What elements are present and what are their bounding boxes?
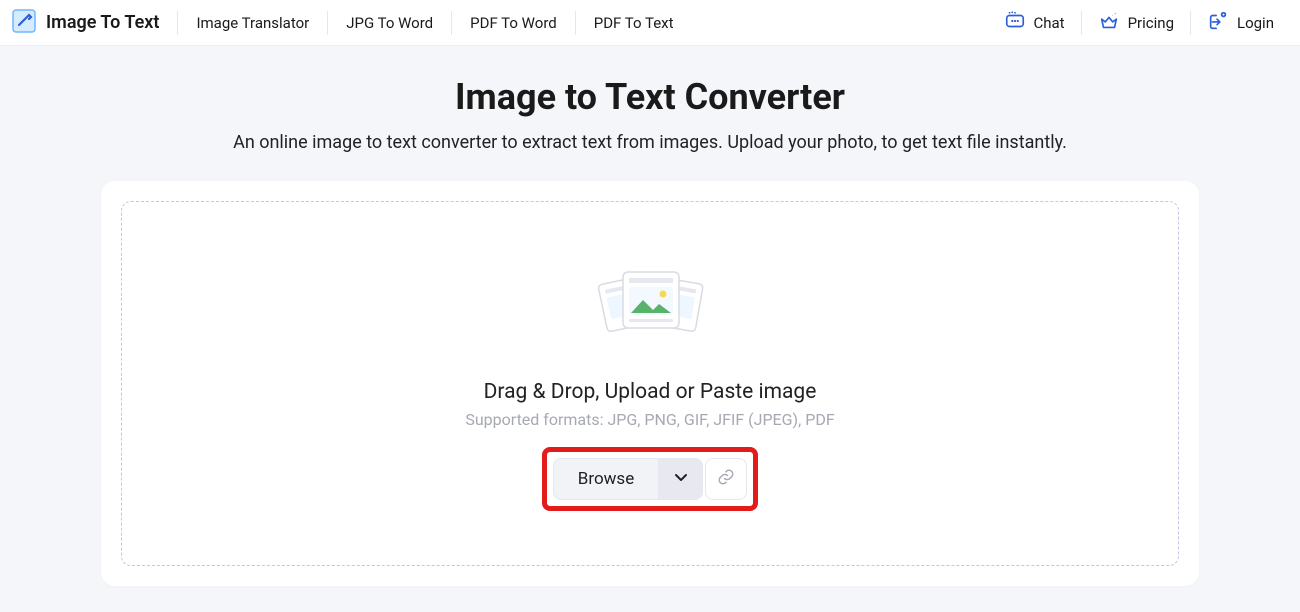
login-link[interactable]: Login — [1190, 11, 1290, 35]
image-stack-icon — [595, 262, 705, 352]
header: Image To Text Image Translator JPG To Wo… — [0, 0, 1300, 46]
login-label: Login — [1237, 14, 1274, 32]
annotation-highlight: Browse — [542, 447, 758, 511]
header-right: Chat Pricing Login — [988, 0, 1291, 45]
logo[interactable]: Image To Text — [10, 7, 177, 39]
button-row: Browse — [542, 447, 758, 511]
browse-button[interactable]: Browse — [553, 458, 659, 500]
chevron-down-icon — [673, 469, 689, 489]
dropzone[interactable]: Drag & Drop, Upload or Paste image Suppo… — [121, 201, 1179, 566]
chat-link[interactable]: Chat — [988, 11, 1081, 35]
chat-label: Chat — [1034, 14, 1065, 32]
link-icon — [717, 468, 735, 490]
page-title: Image to Text Converter — [0, 76, 1300, 118]
login-icon — [1207, 10, 1229, 36]
nav-pdf-to-word[interactable]: PDF To Word — [451, 11, 575, 35]
pricing-label: Pricing — [1128, 14, 1174, 32]
upload-card: Drag & Drop, Upload or Paste image Suppo… — [101, 181, 1199, 586]
crown-icon — [1098, 10, 1120, 36]
page-subtitle: An online image to text converter to ext… — [0, 132, 1300, 153]
browse-dropdown-button[interactable] — [659, 458, 703, 500]
logo-icon — [10, 7, 38, 39]
formats-text: Supported formats: JPG, PNG, GIF, JFIF (… — [465, 410, 834, 429]
nav: Image Translator JPG To Word PDF To Word… — [177, 0, 691, 45]
nav-image-translator[interactable]: Image Translator — [177, 11, 327, 35]
chat-icon — [1004, 10, 1026, 36]
url-link-button[interactable] — [705, 458, 747, 500]
nav-pdf-to-text[interactable]: PDF To Text — [575, 11, 692, 35]
browse-label: Browse — [578, 469, 634, 489]
nav-jpg-to-word[interactable]: JPG To Word — [327, 11, 451, 35]
drop-text: Drag & Drop, Upload or Paste image — [484, 380, 817, 404]
logo-text: Image To Text — [46, 12, 159, 33]
main: Image to Text Converter An online image … — [0, 46, 1300, 586]
pricing-link[interactable]: Pricing — [1081, 11, 1190, 35]
